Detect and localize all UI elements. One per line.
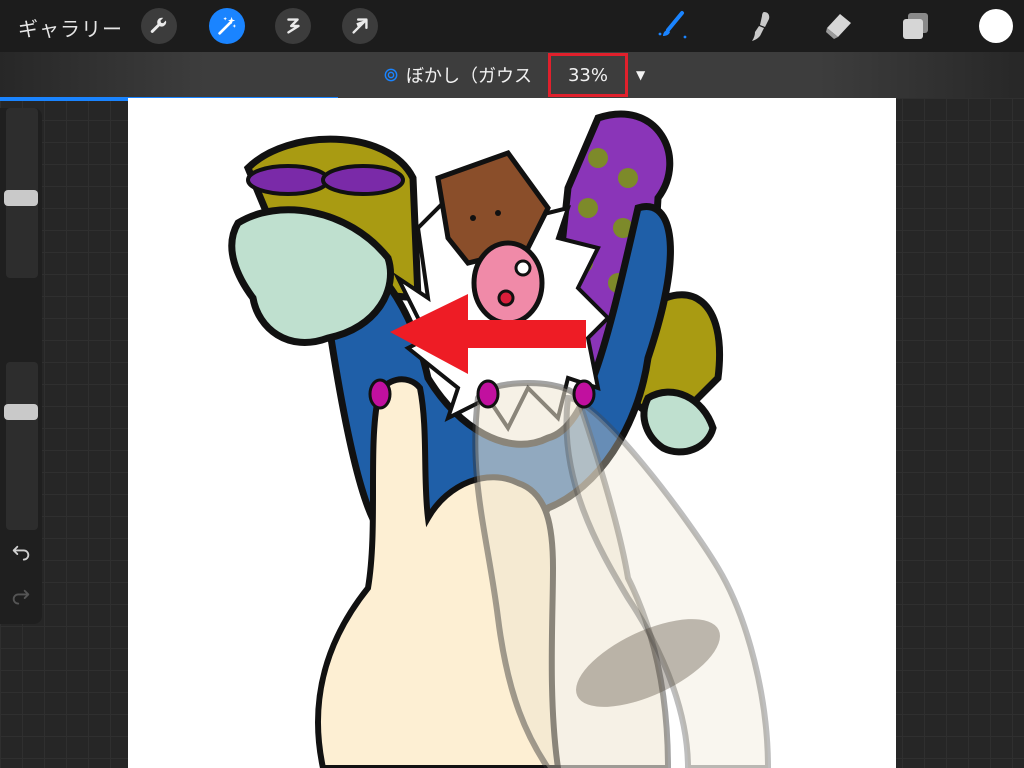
undo-icon[interactable]: [10, 544, 32, 566]
gaussian-blur-icon: [384, 68, 398, 82]
adjustment-bar: ぼかし（ガウス: [0, 52, 1024, 98]
sidebar: [0, 108, 42, 624]
actions-button[interactable]: [141, 8, 177, 44]
percentage-value: 33%: [567, 64, 608, 86]
color-button[interactable]: [978, 8, 1014, 44]
layers-button[interactable]: [898, 8, 934, 44]
smudge-button[interactable]: [742, 8, 778, 44]
eraser-button[interactable]: [820, 8, 856, 44]
smudge-icon: [752, 12, 770, 41]
top-toolbar: ギャラリー: [0, 0, 1024, 52]
transform-arrow-icon: [352, 18, 368, 34]
drawing-canvas[interactable]: [128, 98, 896, 768]
brush-size-thumb[interactable]: [4, 190, 38, 206]
layers-icon: [903, 13, 928, 39]
eraser-icon: [826, 14, 851, 39]
brush-size-slider[interactable]: [4, 108, 38, 278]
selection-button[interactable]: [275, 8, 311, 44]
dropdown-caret-icon[interactable]: ▼: [636, 68, 645, 82]
brush-icon: [658, 11, 687, 39]
opacity-slider[interactable]: [4, 362, 38, 530]
brush-button[interactable]: [654, 8, 690, 44]
color-swatch: [979, 9, 1013, 43]
adjustment-percentage[interactable]: 33%: [548, 53, 628, 97]
artwork-illustration: [228, 110, 772, 768]
adjustment-name: ぼかし（ガウス: [406, 66, 532, 87]
selection-icon: [287, 18, 300, 34]
redo-icon[interactable]: [10, 588, 32, 610]
wrench-icon: [150, 17, 167, 33]
adjustments-button[interactable]: [209, 8, 245, 44]
transform-button[interactable]: [342, 8, 378, 44]
opacity-thumb[interactable]: [4, 404, 38, 420]
magic-wand-icon: [218, 16, 237, 35]
gallery-button[interactable]: ギャラリー: [18, 13, 123, 42]
